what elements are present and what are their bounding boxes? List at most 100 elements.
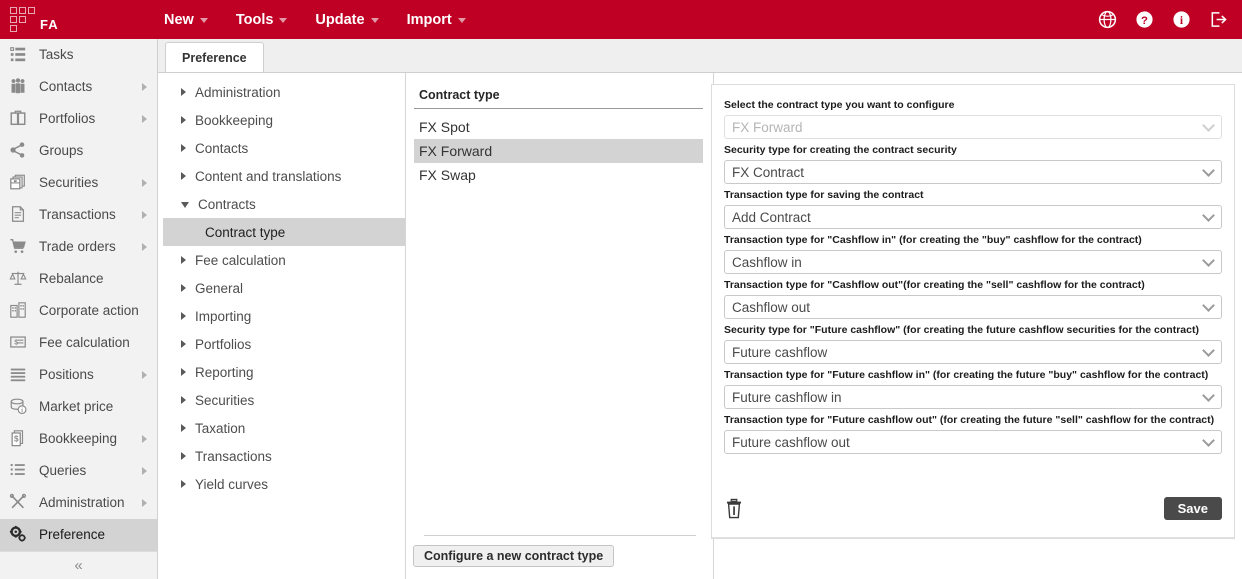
select-value: Cashflow in xyxy=(732,254,802,270)
language-globe-icon[interactable] xyxy=(1098,10,1117,29)
tree-item-label: Securities xyxy=(195,392,255,408)
contacts-icon xyxy=(8,77,30,97)
sidebar-item-portfolios[interactable]: Portfolios xyxy=(0,103,157,135)
tree-item-label: Fee calculation xyxy=(195,252,286,268)
preference-gears-icon xyxy=(8,525,30,545)
transaction-type-cashflow-in-select[interactable]: Cashflow in xyxy=(724,250,1222,274)
chevron-down-icon xyxy=(199,18,208,23)
tree-item-securities[interactable]: Securities xyxy=(163,386,405,414)
save-button[interactable]: Save xyxy=(1163,497,1222,520)
chevron-right-icon xyxy=(181,88,186,96)
sidebar-item-transactions[interactable]: Transactions xyxy=(0,199,157,231)
sidebar-item-queries[interactable]: Queries xyxy=(0,455,157,487)
list-item-fx-swap[interactable]: FX Swap xyxy=(414,163,703,187)
tree-item-fee-calculation[interactable]: Fee calculation xyxy=(163,246,405,274)
form-footer-divider xyxy=(712,537,1234,538)
sidebar-item-fee-calculation[interactable]: $ Fee calculation xyxy=(0,327,157,359)
select-value: FX Forward xyxy=(732,119,803,135)
select-value: Future cashflow out xyxy=(732,434,850,450)
transaction-type-cashflow-out-select[interactable]: Cashflow out xyxy=(724,295,1222,319)
list-item-fx-forward[interactable]: FX Forward xyxy=(414,139,703,163)
sidebar-item-tasks[interactable]: Tasks xyxy=(0,39,157,71)
sidebar-item-label: Preference xyxy=(39,527,106,543)
contract-type-list-header: Contract type xyxy=(414,88,703,109)
tab-preference[interactable]: Preference xyxy=(165,42,264,72)
preference-tree-panel: Administration Bookkeeping Contacts Cont… xyxy=(163,73,406,579)
sidebar-item-label: Tasks xyxy=(39,47,74,63)
chevron-down-icon xyxy=(1204,394,1213,400)
chevron-right-icon xyxy=(181,144,186,152)
tree-item-taxation[interactable]: Taxation xyxy=(163,414,405,442)
tree-item-portfolios[interactable]: Portfolios xyxy=(163,330,405,358)
security-type-future-cashflow-select[interactable]: Future cashflow xyxy=(724,340,1222,364)
tree-item-administration[interactable]: Administration xyxy=(163,78,405,106)
sidebar-item-label: Rebalance xyxy=(39,271,104,287)
chevron-right-icon xyxy=(181,396,186,404)
list-item-fx-spot[interactable]: FX Spot xyxy=(414,115,703,139)
menu-new-label: New xyxy=(164,11,194,28)
chevron-right-icon xyxy=(181,424,186,432)
tree-item-contract-type[interactable]: Contract type xyxy=(163,218,405,246)
sidebar-item-bookkeeping[interactable]: $ Bookkeeping xyxy=(0,423,157,455)
tree-item-contracts[interactable]: Contracts xyxy=(163,190,405,218)
tree-item-contacts[interactable]: Contacts xyxy=(163,134,405,162)
sidebar-item-groups[interactable]: Groups xyxy=(0,135,157,167)
menu-update[interactable]: Update xyxy=(313,8,380,32)
sidebar-item-market-price[interactable]: i Market price xyxy=(0,391,157,423)
sidebar-item-administration[interactable]: Administration xyxy=(0,487,157,519)
menu-tools[interactable]: Tools xyxy=(234,8,290,32)
menu-import[interactable]: Import xyxy=(405,8,468,32)
tree-item-transactions[interactable]: Transactions xyxy=(163,442,405,470)
chevron-right-icon xyxy=(142,211,147,219)
chevron-right-icon xyxy=(142,115,147,123)
tree-item-label: Importing xyxy=(195,308,252,324)
tree-item-content-and-translations[interactable]: Content and translations xyxy=(163,162,405,190)
chevron-down-icon xyxy=(1204,169,1213,175)
tree-item-general[interactable]: General xyxy=(163,274,405,302)
tree-item-yield-curves[interactable]: Yield curves xyxy=(163,470,405,498)
chevron-right-icon xyxy=(181,116,186,124)
tree-item-label: Transactions xyxy=(195,448,272,464)
chevron-down-icon xyxy=(1204,259,1213,265)
help-icon[interactable]: ? xyxy=(1135,10,1154,29)
configure-new-contract-type-button[interactable]: Configure a new contract type xyxy=(413,545,615,567)
tree-item-importing[interactable]: Importing xyxy=(163,302,405,330)
security-type-contract-security-select[interactable]: FX Contract xyxy=(724,160,1222,184)
sidebar-item-label: Market price xyxy=(39,399,114,415)
sidebar-collapse-button[interactable]: « xyxy=(0,551,157,579)
sidebar-nav-list: Tasks Contacts Portfolios Groups Securit… xyxy=(0,39,157,551)
transaction-type-future-cashflow-out-select[interactable]: Future cashflow out xyxy=(724,430,1222,454)
chevron-right-icon xyxy=(181,312,186,320)
list-item-label: FX Spot xyxy=(419,119,470,135)
sidebar-item-contacts[interactable]: Contacts xyxy=(0,71,157,103)
logo-text: FA xyxy=(40,16,59,32)
field-contract-type: Select the contract type you want to con… xyxy=(724,99,1222,139)
grid-squares-logo-icon xyxy=(10,6,36,33)
app-logo[interactable]: FA xyxy=(0,6,150,33)
chevron-down-icon xyxy=(1204,124,1213,130)
sidebar-item-trade-orders[interactable]: Trade orders xyxy=(0,231,157,263)
positions-icon xyxy=(8,365,30,385)
menu-new[interactable]: New xyxy=(162,8,210,32)
chevron-right-icon xyxy=(181,368,186,376)
info-icon[interactable]: i xyxy=(1172,10,1191,29)
sidebar-item-positions[interactable]: Positions xyxy=(0,359,157,391)
chevron-down-icon xyxy=(1204,214,1213,220)
sidebar-item-rebalance[interactable]: Rebalance xyxy=(0,263,157,295)
configure-new-contract-type-label: Configure a new contract type xyxy=(424,549,604,563)
tree-item-reporting[interactable]: Reporting xyxy=(163,358,405,386)
sidebar-item-preference[interactable]: Preference xyxy=(0,519,157,551)
sidebar-item-securities[interactable]: Securities xyxy=(0,167,157,199)
tree-item-bookkeeping[interactable]: Bookkeeping xyxy=(163,106,405,134)
field-transaction-type-cashflow-out: Transaction type for "Cashflow out"(for … xyxy=(724,279,1222,319)
transaction-type-save-contract-select[interactable]: Add Contract xyxy=(724,205,1222,229)
trash-icon[interactable] xyxy=(724,498,744,520)
logout-icon[interactable] xyxy=(1209,10,1228,29)
sidebar-item-label: Administration xyxy=(39,495,125,511)
field-label: Transaction type for "Cashflow out"(for … xyxy=(724,279,1145,291)
transaction-type-future-cashflow-in-select[interactable]: Future cashflow in xyxy=(724,385,1222,409)
market-price-icon: i xyxy=(8,397,30,417)
main-menu: New Tools Update Import xyxy=(162,8,468,32)
sidebar-item-corporate-action[interactable]: Corporate action xyxy=(0,295,157,327)
menu-update-label: Update xyxy=(315,11,365,28)
